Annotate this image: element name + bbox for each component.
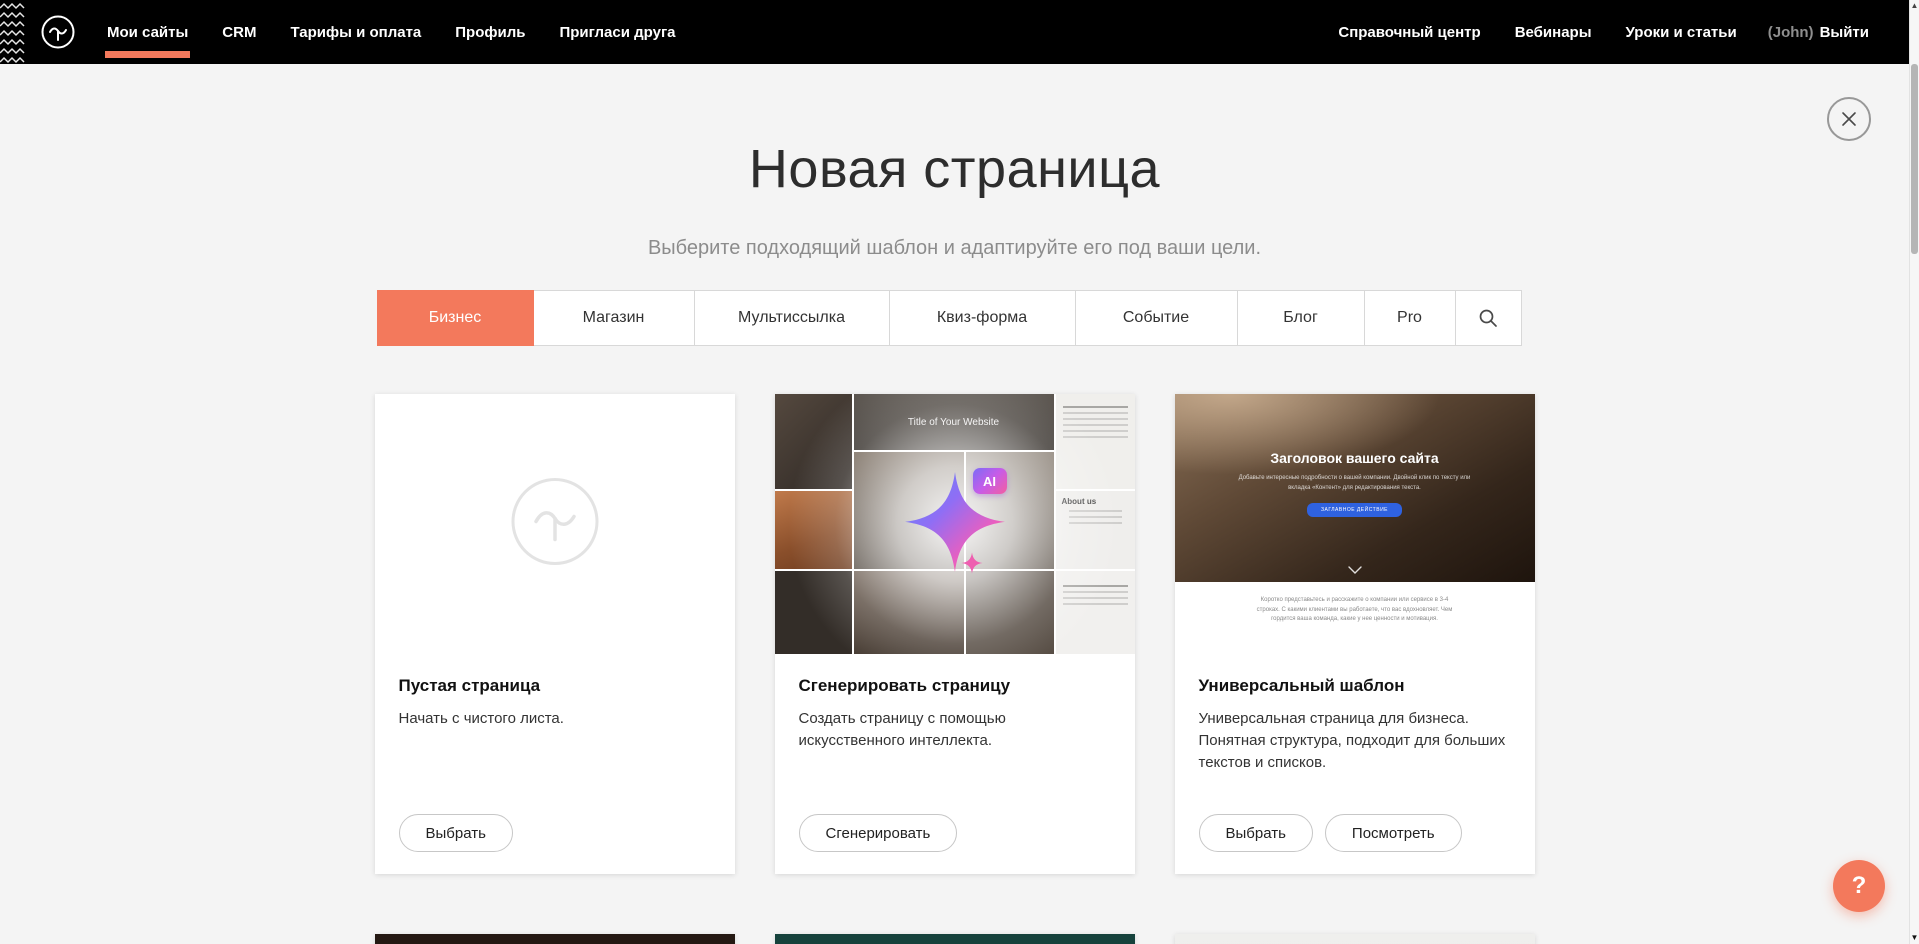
small-sparkle-icon	[961, 552, 983, 574]
card-actions: Сгенерировать	[799, 814, 958, 852]
partial-preview	[1175, 934, 1535, 944]
template-card-blank: Пустая страница Начать с чистого листа. …	[375, 394, 735, 874]
tab-multilink[interactable]: Мультиссылка	[694, 290, 890, 346]
card-description: Начать с чистого листа.	[399, 708, 711, 730]
zigzag-pattern-icon	[0, 0, 28, 64]
card-description: Универсальная страница для бизнеса. Поня…	[1199, 708, 1511, 773]
template-card-partial[interactable]	[375, 934, 735, 944]
generate-button[interactable]: Сгенерировать	[799, 814, 958, 852]
tab-event[interactable]: Событие	[1075, 290, 1238, 346]
template-hero-headline: Заголовок вашего сайта	[1270, 450, 1438, 466]
card-title: Сгенерировать страницу	[799, 676, 1111, 696]
card-description: Создать страницу с помощью искусственног…	[799, 708, 1111, 752]
template-hero-subtext: Добавьте интересные подробности о вашей …	[1232, 474, 1477, 493]
nav-profile[interactable]: Профиль	[438, 0, 542, 64]
card-title: Универсальный шаблон	[1199, 676, 1511, 696]
main-content: Новая страница Выберите подходящий шабло…	[0, 64, 1909, 944]
nav-my-sites[interactable]: Мои сайты	[90, 0, 205, 64]
user-name: (John)	[1768, 24, 1814, 41]
scrollbar-thumb[interactable]	[1911, 64, 1918, 254]
nav-crm[interactable]: CRM	[205, 0, 273, 64]
template-card-partial[interactable]	[1175, 934, 1535, 944]
ai-badge: AI	[973, 468, 1007, 494]
tab-shop[interactable]: Магазин	[533, 290, 695, 346]
tab-pro[interactable]: Pro	[1364, 290, 1456, 346]
template-category-tabs: Бизнес Магазин Мультиссылка Квиз-форма С…	[377, 290, 1533, 346]
card-title: Пустая страница	[399, 676, 711, 696]
nav-webinars[interactable]: Вебинары	[1498, 24, 1609, 41]
nav-invite-friend[interactable]: Пригласи друга	[542, 0, 692, 64]
user-session: (John) Выйти	[1754, 24, 1883, 41]
nav-lessons[interactable]: Уроки и статьи	[1609, 24, 1754, 41]
template-cards-row: Пустая страница Начать с чистого листа. …	[375, 394, 1535, 874]
tab-business[interactable]: Бизнес	[377, 290, 534, 346]
template-paragraph: Коротко представьтесь и расскажите о ком…	[1250, 596, 1459, 654]
choose-button[interactable]: Выбрать	[399, 814, 513, 852]
card-body: Универсальный шаблон Универсальная стран…	[1175, 654, 1535, 773]
template-card-ai: Title of Your Website About us	[775, 394, 1135, 874]
scrollbar[interactable]: ▲ ▼	[1909, 0, 1919, 944]
tab-blog[interactable]: Блог	[1237, 290, 1365, 346]
close-button[interactable]	[1827, 97, 1871, 141]
template-body: Коротко представьтесь и расскажите о ком…	[1175, 582, 1535, 654]
search-icon	[1478, 308, 1498, 328]
scroll-down-arrow[interactable]: ▼	[1910, 933, 1919, 943]
page-title: Новая страница	[0, 64, 1909, 200]
universal-preview[interactable]: Заголовок вашего сайта Добавьте интересн…	[1175, 394, 1535, 654]
nav-tariffs[interactable]: Тарифы и оплата	[273, 0, 438, 64]
ai-preview[interactable]: Title of Your Website About us	[775, 394, 1135, 654]
help-button[interactable]: ?	[1833, 860, 1885, 912]
logout-link[interactable]: Выйти	[1820, 24, 1869, 41]
chevron-down-icon	[1348, 566, 1362, 574]
main-navigation: Мои сайты CRM Тарифы и оплата Профиль Пр…	[90, 0, 693, 64]
nav-help-center[interactable]: Справочный центр	[1321, 24, 1497, 41]
secondary-navigation: Справочный центр Вебинары Уроки и статьи…	[1321, 0, 1883, 64]
template-card-universal: Заголовок вашего сайта Добавьте интересн…	[1175, 394, 1535, 874]
partial-preview	[375, 934, 735, 944]
template-cards-row-2	[375, 934, 1535, 944]
tilda-logo[interactable]	[36, 10, 80, 54]
choose-button[interactable]: Выбрать	[1199, 814, 1313, 852]
website-collage: Title of Your Website About us	[775, 394, 1135, 654]
page-subtitle: Выберите подходящий шаблон и адаптируйте…	[0, 236, 1909, 260]
tilda-watermark-icon	[510, 477, 600, 572]
close-icon	[1840, 110, 1858, 128]
partial-preview	[775, 934, 1135, 944]
card-body: Пустая страница Начать с чистого листа.	[375, 654, 735, 730]
template-hero: Заголовок вашего сайта Добавьте интересн…	[1175, 394, 1535, 582]
top-navbar: Мои сайты CRM Тарифы и оплата Профиль Пр…	[0, 0, 1909, 64]
template-cta-button: Заглавное действие	[1307, 503, 1402, 517]
card-actions: Выбрать	[399, 814, 513, 852]
scroll-up-arrow[interactable]: ▲	[1910, 1, 1919, 11]
blank-preview[interactable]	[375, 394, 735, 654]
search-tab[interactable]	[1455, 290, 1522, 346]
view-button[interactable]: Посмотреть	[1325, 814, 1462, 852]
tab-quiz-form[interactable]: Квиз-форма	[889, 290, 1076, 346]
card-body: Сгенерировать страницу Создать страницу …	[775, 654, 1135, 752]
card-actions: Выбрать Посмотреть	[1199, 814, 1462, 852]
template-card-partial[interactable]	[775, 934, 1135, 944]
